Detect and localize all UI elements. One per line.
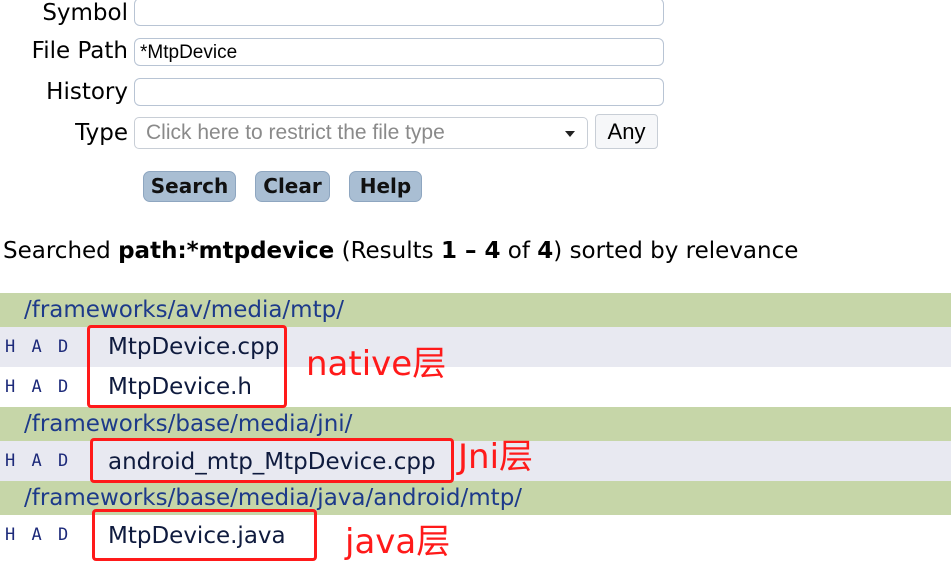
had-links[interactable]: H A D [5,337,71,357]
filepath-label: File Path [31,38,128,64]
had-links[interactable]: H A D [5,451,71,471]
chevron-down-icon [565,131,575,137]
symbol-label: Symbol [42,0,128,26]
summary-query: path:*mtpdevice [118,238,335,264]
symbol-input[interactable] [134,0,664,26]
filepath-input[interactable]: *MtpDevice [134,38,664,66]
search-summary: Searched path:*mtpdevice (Results 1 – 4 … [3,238,798,264]
type-select-placeholder: Click here to restrict the file type [146,121,445,144]
had-links[interactable]: H A D [5,377,71,397]
summary-prefix: Searched [3,238,119,264]
clear-button[interactable]: Clear [255,171,330,202]
summary-suffix: ) sorted by relevance [553,238,799,264]
annotation-java-label: java层 [345,522,451,562]
summary-mid2: of [500,238,538,264]
search-button[interactable]: Search [143,171,236,202]
annotation-native-label: native层 [306,344,447,384]
had-links[interactable]: H A D [5,525,71,545]
help-button[interactable]: Help [349,171,422,202]
summary-range: 1 – 4 [440,238,501,264]
any-button[interactable]: Any [595,114,658,149]
annotation-box-java [92,509,317,561]
history-label: History [46,79,128,105]
type-label: Type [75,120,128,146]
summary-total: 4 [537,238,554,264]
annotation-box-jni [90,438,454,483]
type-select[interactable]: Click here to restrict the file type [134,117,588,149]
annotation-box-native [87,325,287,408]
result-dir-link[interactable]: /frameworks/av/media/mtp/ [0,293,951,327]
summary-mid1: (Results [334,238,441,264]
annotation-jni-label: Jni层 [458,437,534,477]
history-input[interactable] [134,78,664,106]
